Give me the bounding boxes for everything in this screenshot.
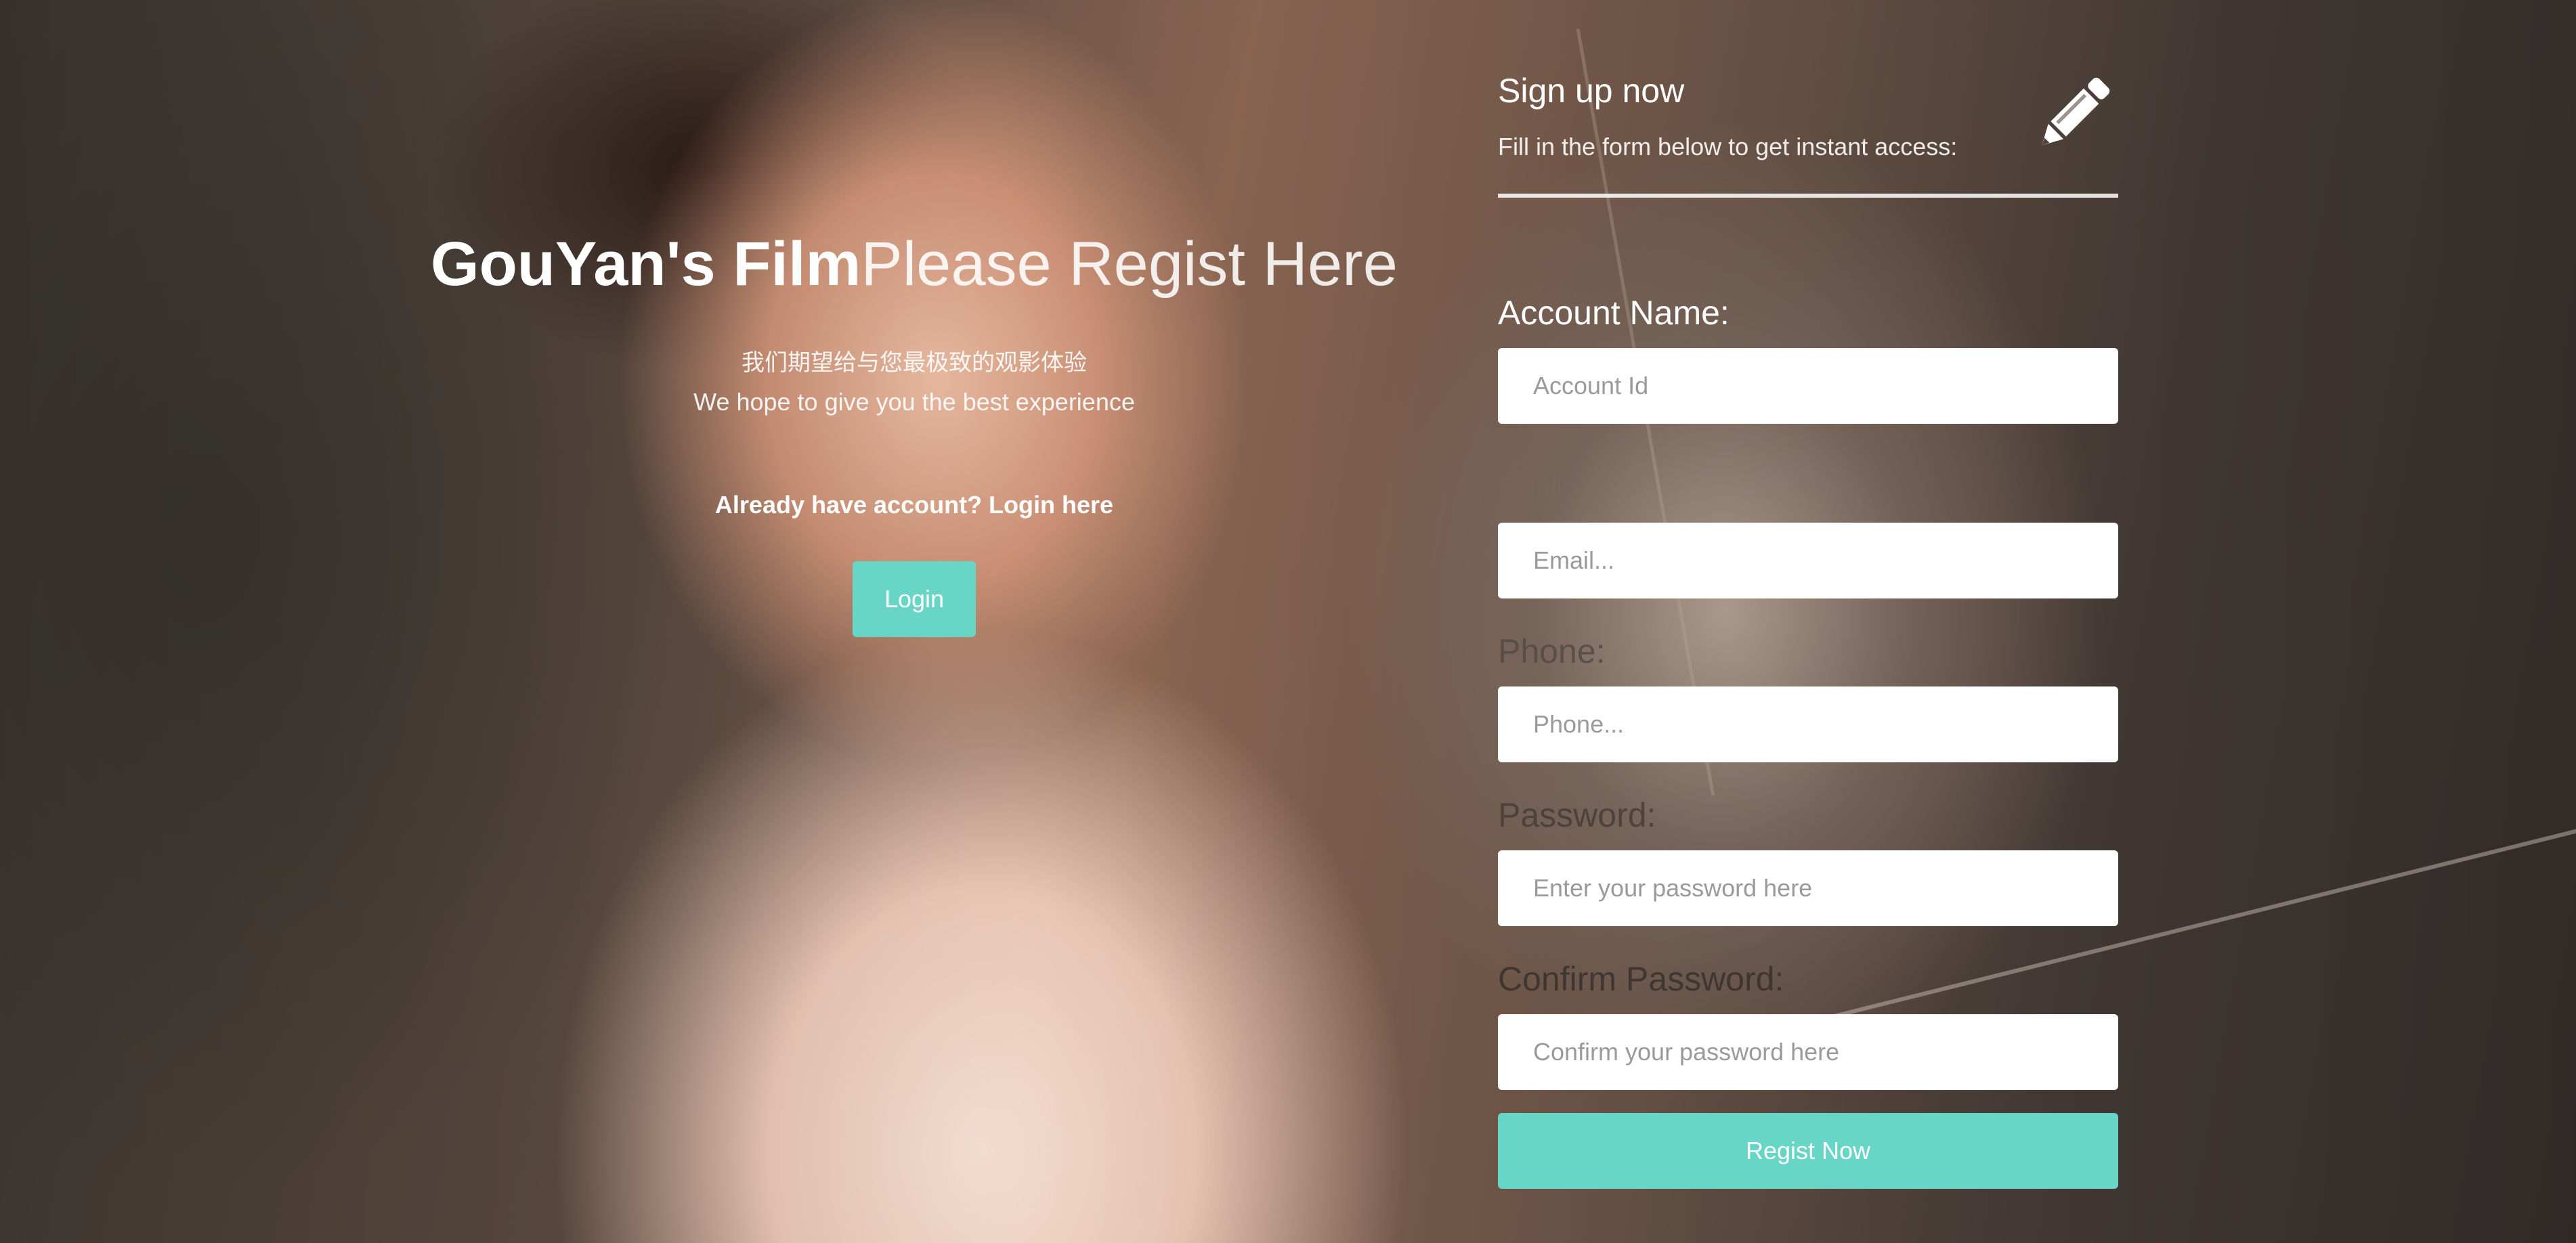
regist-now-button[interactable]: Regist Now — [1498, 1113, 2118, 1189]
form-header: Sign up now Fill in the form below to ge… — [1498, 68, 2118, 198]
email-input[interactable] — [1498, 523, 2118, 598]
account-name-label: Account Name: — [1498, 294, 1730, 332]
confirm-password-input[interactable] — [1498, 1014, 2118, 1090]
hero-title-brand: GouYan's Film — [431, 230, 861, 299]
hero-subtitle-english: We hope to give you the best experience — [693, 388, 1135, 416]
account-id-input[interactable] — [1498, 348, 2118, 424]
hero-title-tagline: Please Regist Here — [861, 230, 1398, 299]
phone-field: Phone: — [1498, 631, 2118, 762]
confirm-password-label: Confirm Password: — [1498, 960, 1784, 998]
confirm-password-field: Confirm Password: — [1498, 959, 2118, 1090]
phone-input[interactable] — [1498, 686, 2118, 762]
hero-title: GouYan's FilmPlease Regist Here — [379, 223, 1449, 305]
login-prompt: Already have account? Login here — [714, 491, 1114, 519]
form-description: Fill in the form below to get instant ac… — [1498, 133, 1958, 160]
email-field: Email: — [1498, 467, 2118, 598]
account-name-field: Account Name: — [1498, 292, 2118, 424]
signup-form: Sign up now Fill in the form below to ge… — [1498, 68, 2118, 1189]
email-label: Email: — [1498, 473, 1570, 502]
hero-section: GouYan's FilmPlease Regist Here 我们期望给与您最… — [379, 223, 1449, 637]
password-field: Password: — [1498, 795, 2118, 926]
password-label: Password: — [1498, 796, 1656, 834]
form-title: Sign up now — [1498, 72, 1685, 110]
password-input[interactable] — [1498, 850, 2118, 926]
phone-label: Phone: — [1498, 632, 1606, 670]
pencil-icon — [2042, 77, 2110, 146]
login-button[interactable]: Login — [853, 561, 976, 637]
hero-subtitle-chinese: 我们期望给与您最极致的观影体验 — [742, 349, 1087, 376]
